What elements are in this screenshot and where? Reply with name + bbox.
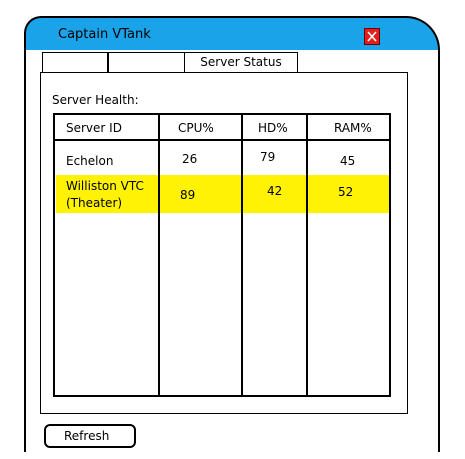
hd-cell: 79 [260,150,276,164]
server-id-cell: Williston VTC [66,179,144,193]
column-divider [306,115,308,397]
refresh-button[interactable]: Refresh [44,424,136,448]
ram-cell: 52 [338,185,354,199]
cpu-cell: 89 [180,188,196,202]
server-id-cell-line2: (Theater) [66,196,123,210]
table-header-divider [53,139,391,141]
close-icon [367,31,377,42]
tab-1[interactable] [42,52,108,72]
ram-cell: 45 [340,154,356,168]
column-divider [241,115,243,397]
title-bar[interactable]: Captain VTank [24,16,440,50]
tab-server-status[interactable]: Server Status [184,52,298,74]
column-header-server-id[interactable]: Server ID [66,121,122,135]
column-header-hd[interactable]: HD% [258,121,288,135]
column-divider [158,115,160,397]
server-id-cell: Echelon [66,154,114,168]
close-button[interactable] [364,28,380,45]
cpu-cell: 26 [182,152,198,166]
tab-2[interactable] [108,52,186,72]
column-header-cpu[interactable]: CPU% [178,121,214,135]
column-header-ram[interactable]: RAM% [334,121,372,135]
server-health-label: Server Health: [52,93,139,107]
window-title: Captain VTank [58,27,151,42]
hd-cell: 42 [267,184,283,198]
